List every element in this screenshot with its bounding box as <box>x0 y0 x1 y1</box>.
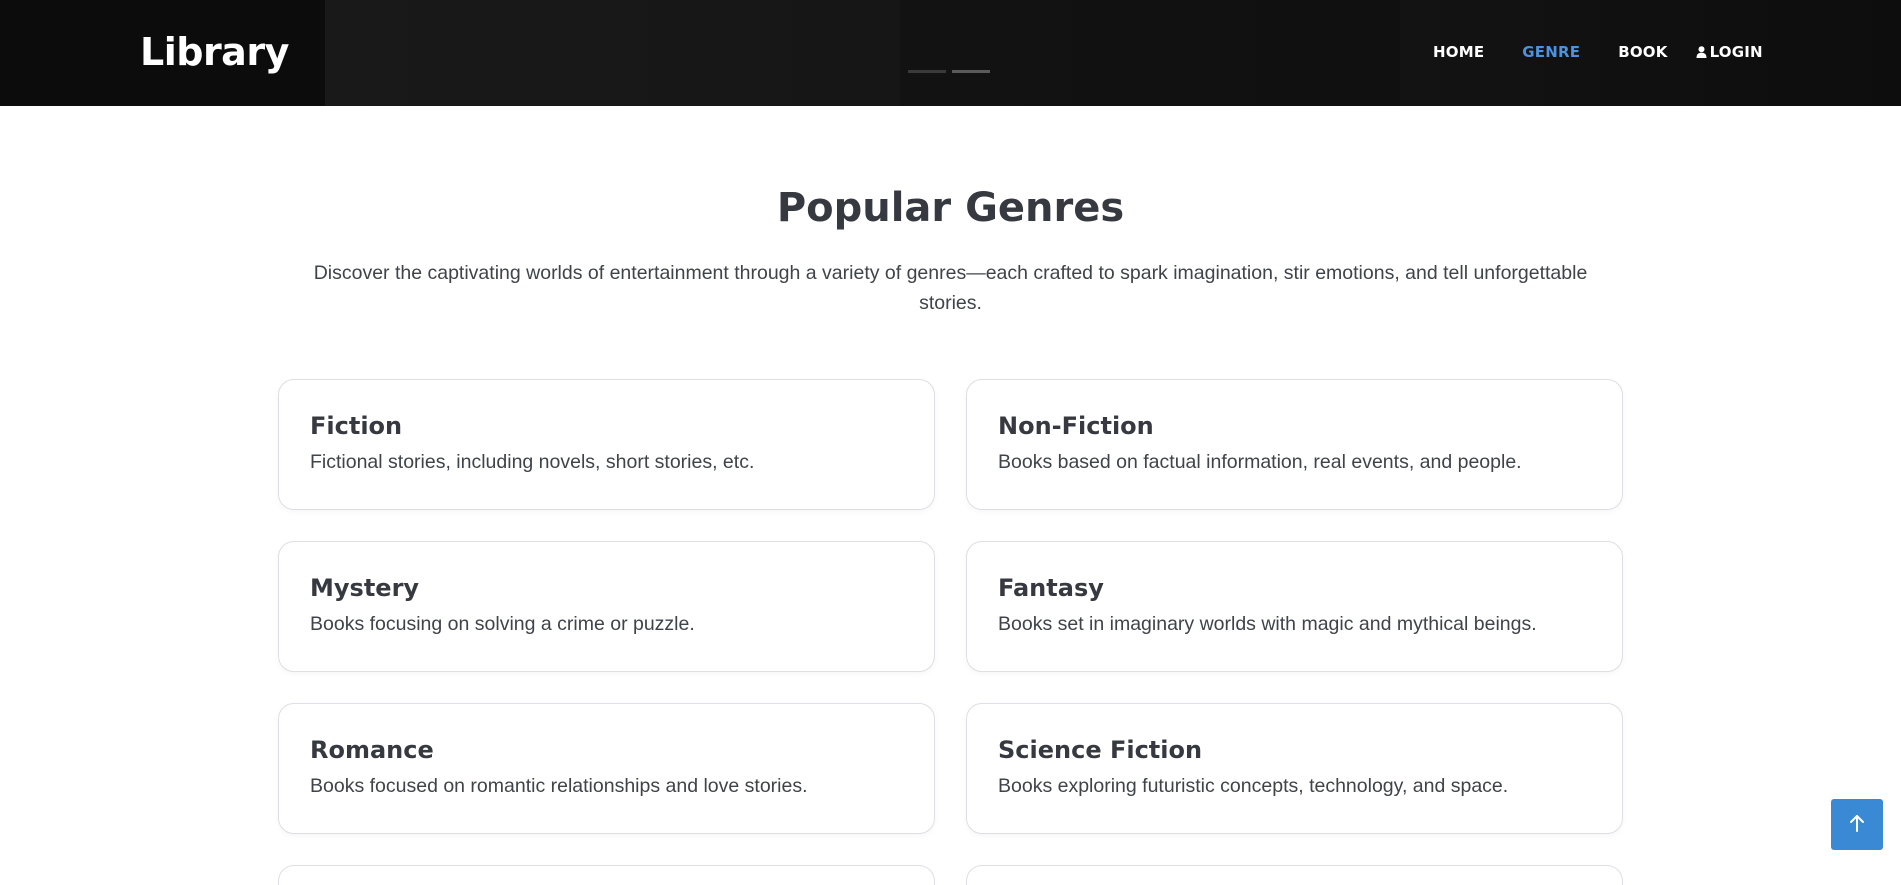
nav-home[interactable]: HOME <box>1433 40 1484 64</box>
arrow-up-icon <box>1849 814 1865 835</box>
site-header: Library HOME GENRE BOOK LOGIN <box>0 0 1901 106</box>
genre-description: Books focused on romantic relationships … <box>310 775 808 797</box>
main-nav: HOME GENRE BOOK LOGIN <box>1433 40 1763 64</box>
genre-card-partial[interactable] <box>278 865 935 885</box>
carousel-indicator-1[interactable] <box>908 70 946 73</box>
nav-login[interactable]: LOGIN <box>1696 40 1763 64</box>
genre-name: Science Fiction <box>998 736 1203 764</box>
genre-description: Books set in imaginary worlds with magic… <box>998 613 1537 635</box>
user-icon <box>1696 46 1707 58</box>
carousel-indicator-2[interactable] <box>952 70 990 73</box>
genre-description: Fictional stories, including novels, sho… <box>310 451 755 473</box>
genre-card-fiction[interactable]: Fiction Fictional stories, including nov… <box>278 379 935 510</box>
genre-name: Non-Fiction <box>998 412 1154 440</box>
genre-description: Books exploring futuristic concepts, tec… <box>998 775 1509 797</box>
genre-card-non-fiction[interactable]: Non-Fiction Books based on factual infor… <box>966 379 1623 510</box>
section-description: Discover the captivating worlds of enter… <box>313 262 1588 314</box>
genre-name: Fiction <box>310 412 403 440</box>
genre-name: Mystery <box>310 574 420 602</box>
genre-card-fantasy[interactable]: Fantasy Books set in imaginary worlds wi… <box>966 541 1623 672</box>
page-title: Popular Genres <box>776 185 1125 231</box>
genre-card-partial[interactable] <box>966 865 1623 885</box>
genre-description: Books based on factual information, real… <box>998 451 1522 473</box>
header-background-image <box>325 0 900 106</box>
genre-card-romance[interactable]: Romance Books focused on romantic relati… <box>278 703 935 834</box>
nav-genre[interactable]: GENRE <box>1522 40 1580 64</box>
carousel-indicators <box>908 70 990 73</box>
genre-name: Romance <box>310 736 434 764</box>
nav-login-label: LOGIN <box>1709 43 1763 61</box>
genre-card-mystery[interactable]: Mystery Books focusing on solving a crim… <box>278 541 935 672</box>
nav-book[interactable]: BOOK <box>1618 40 1667 64</box>
brand-logo[interactable]: Library <box>140 28 289 76</box>
genre-description: Books focusing on solving a crime or puz… <box>310 613 695 635</box>
genre-name: Fantasy <box>998 574 1104 602</box>
genre-card-science-fiction[interactable]: Science Fiction Books exploring futurist… <box>966 703 1623 834</box>
back-to-top-button[interactable] <box>1831 799 1883 850</box>
genre-grid: Fiction Fictional stories, including nov… <box>278 379 1623 885</box>
